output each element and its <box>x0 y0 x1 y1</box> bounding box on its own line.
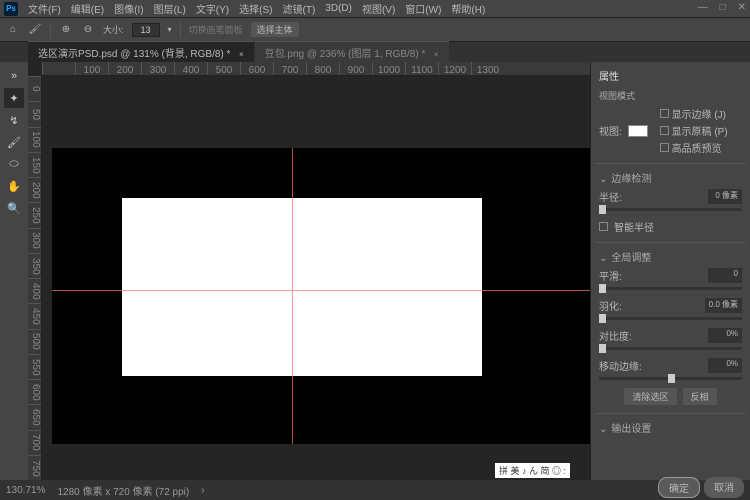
select-subject-button[interactable]: 选择主体 <box>251 22 299 37</box>
invert-button[interactable]: 反相 <box>683 388 717 405</box>
edge-detect-label: ⌄边缘检测 <box>599 170 742 185</box>
menu-edit[interactable]: 编辑(E) <box>71 1 104 16</box>
zoom-level[interactable]: 130.71% <box>6 485 45 496</box>
show-edge-label: 显示边缘 (J) <box>672 110 726 121</box>
hand-tool[interactable]: ✋ <box>4 176 24 196</box>
quick-select-tool[interactable]: ✦ <box>4 88 24 108</box>
view-label: 视图: <box>599 123 622 138</box>
feather-value[interactable]: 0.0 像素 <box>705 298 742 313</box>
radius-label: 半径: <box>599 189 622 204</box>
output-settings-label: ⌄输出设置 <box>599 420 742 435</box>
smart-radius-checkbox[interactable] <box>599 222 608 231</box>
smart-radius-label: 智能半径 <box>614 219 654 234</box>
document-dimensions: 1280 像素 x 720 像素 (72 ppi) <box>57 483 189 498</box>
brush-size-input[interactable] <box>132 23 160 37</box>
shift-label: 移动边缘: <box>599 358 642 373</box>
view-swatch[interactable] <box>628 125 648 137</box>
show-edge-checkbox[interactable] <box>660 109 669 118</box>
feather-slider[interactable] <box>599 317 742 320</box>
global-adjust-label: ⌄全局调整 <box>599 249 742 264</box>
cancel-button[interactable]: 取消 <box>704 477 744 498</box>
tab-close-icon[interactable]: × <box>239 50 244 59</box>
contrast-label: 对比度: <box>599 328 632 343</box>
clear-selection-button[interactable]: 清除选区 <box>624 388 676 405</box>
app-icon: Ps <box>4 2 18 16</box>
brush-icon[interactable]: 🖌 <box>28 23 42 37</box>
window-maximize[interactable]: □ <box>720 2 726 13</box>
ruler-horizontal: 1002003004005006007008009001000110012001… <box>42 62 590 76</box>
lasso-tool[interactable]: ⬭ <box>4 154 24 174</box>
canvas-selection[interactable] <box>122 198 482 376</box>
smooth-label: 平滑: <box>599 268 622 283</box>
contrast-value[interactable]: 0% <box>708 328 742 343</box>
menu-3d[interactable]: 3D(D) <box>325 3 352 14</box>
refine-brush-tool[interactable]: ↯ <box>4 110 24 130</box>
radius-value[interactable]: 0 像素 <box>708 189 742 204</box>
menu-window[interactable]: 窗口(W) <box>405 1 441 16</box>
tab-label: 豆包.png @ 236% (图层 1, RGB/8) * <box>265 49 426 60</box>
tab-close-icon[interactable]: × <box>434 50 439 59</box>
menu-help[interactable]: 帮助(H) <box>451 1 485 16</box>
window-minimize[interactable]: — <box>698 2 708 13</box>
canvas-background <box>52 148 590 444</box>
shift-value[interactable]: 0% <box>708 358 742 373</box>
menu-view[interactable]: 视图(V) <box>362 1 395 16</box>
document-tab-1[interactable]: 选区演示PSD.psd @ 131% (背景, RGB/8) * × <box>28 41 254 62</box>
smooth-value[interactable]: 0 <box>708 268 742 283</box>
size-label: 大小: <box>103 23 124 36</box>
menu-type[interactable]: 文字(Y) <box>196 1 229 16</box>
home-icon[interactable]: ⌂ <box>6 23 20 37</box>
menu-layer[interactable]: 图层(L) <box>154 1 186 16</box>
feather-label: 羽化: <box>599 298 622 313</box>
ok-button[interactable]: 确定 <box>658 477 700 498</box>
menu-filter[interactable]: 滤镜(T) <box>283 1 316 16</box>
show-orig-checkbox[interactable] <box>660 126 669 135</box>
shift-slider[interactable] <box>599 377 742 380</box>
panel-title: 属性 <box>599 68 742 83</box>
status-chevron-icon[interactable]: › <box>201 485 204 496</box>
show-orig-label: 显示原稿 (P) <box>672 127 728 138</box>
ime-watermark: 拼 美 ♪ ん 简 ◎ : <box>495 463 570 478</box>
hq-preview-checkbox[interactable] <box>660 143 669 152</box>
ruler-vertical: 0501001502002503003504004505005506006507… <box>28 76 42 480</box>
radius-slider[interactable] <box>599 208 742 211</box>
menu-select[interactable]: 选择(S) <box>239 1 272 16</box>
brush-tool[interactable]: 🖌 <box>4 132 24 152</box>
document-tab-2[interactable]: 豆包.png @ 236% (图层 1, RGB/8) * × <box>255 41 449 62</box>
toolopt-hint: 切换画笔面板 <box>189 23 243 36</box>
guide-vertical[interactable] <box>292 148 293 444</box>
view-mode-label: 视图模式 <box>599 89 742 102</box>
tool-expand-icon[interactable]: » <box>4 66 24 86</box>
hq-preview-label: 高品质预览 <box>672 144 722 155</box>
zoom-tool[interactable]: 🔍 <box>4 198 24 218</box>
mode-sub-icon[interactable]: ⊖ <box>81 23 95 37</box>
tab-label: 选区演示PSD.psd @ 131% (背景, RGB/8) * <box>38 49 230 60</box>
smooth-slider[interactable] <box>599 287 742 290</box>
mode-add-icon[interactable]: ⊕ <box>59 23 73 37</box>
contrast-slider[interactable] <box>599 347 742 350</box>
window-close[interactable]: ✕ <box>738 2 746 13</box>
menu-image[interactable]: 图像(I) <box>114 1 143 16</box>
guide-horizontal[interactable] <box>52 290 590 291</box>
menu-file[interactable]: 文件(F) <box>28 1 61 16</box>
